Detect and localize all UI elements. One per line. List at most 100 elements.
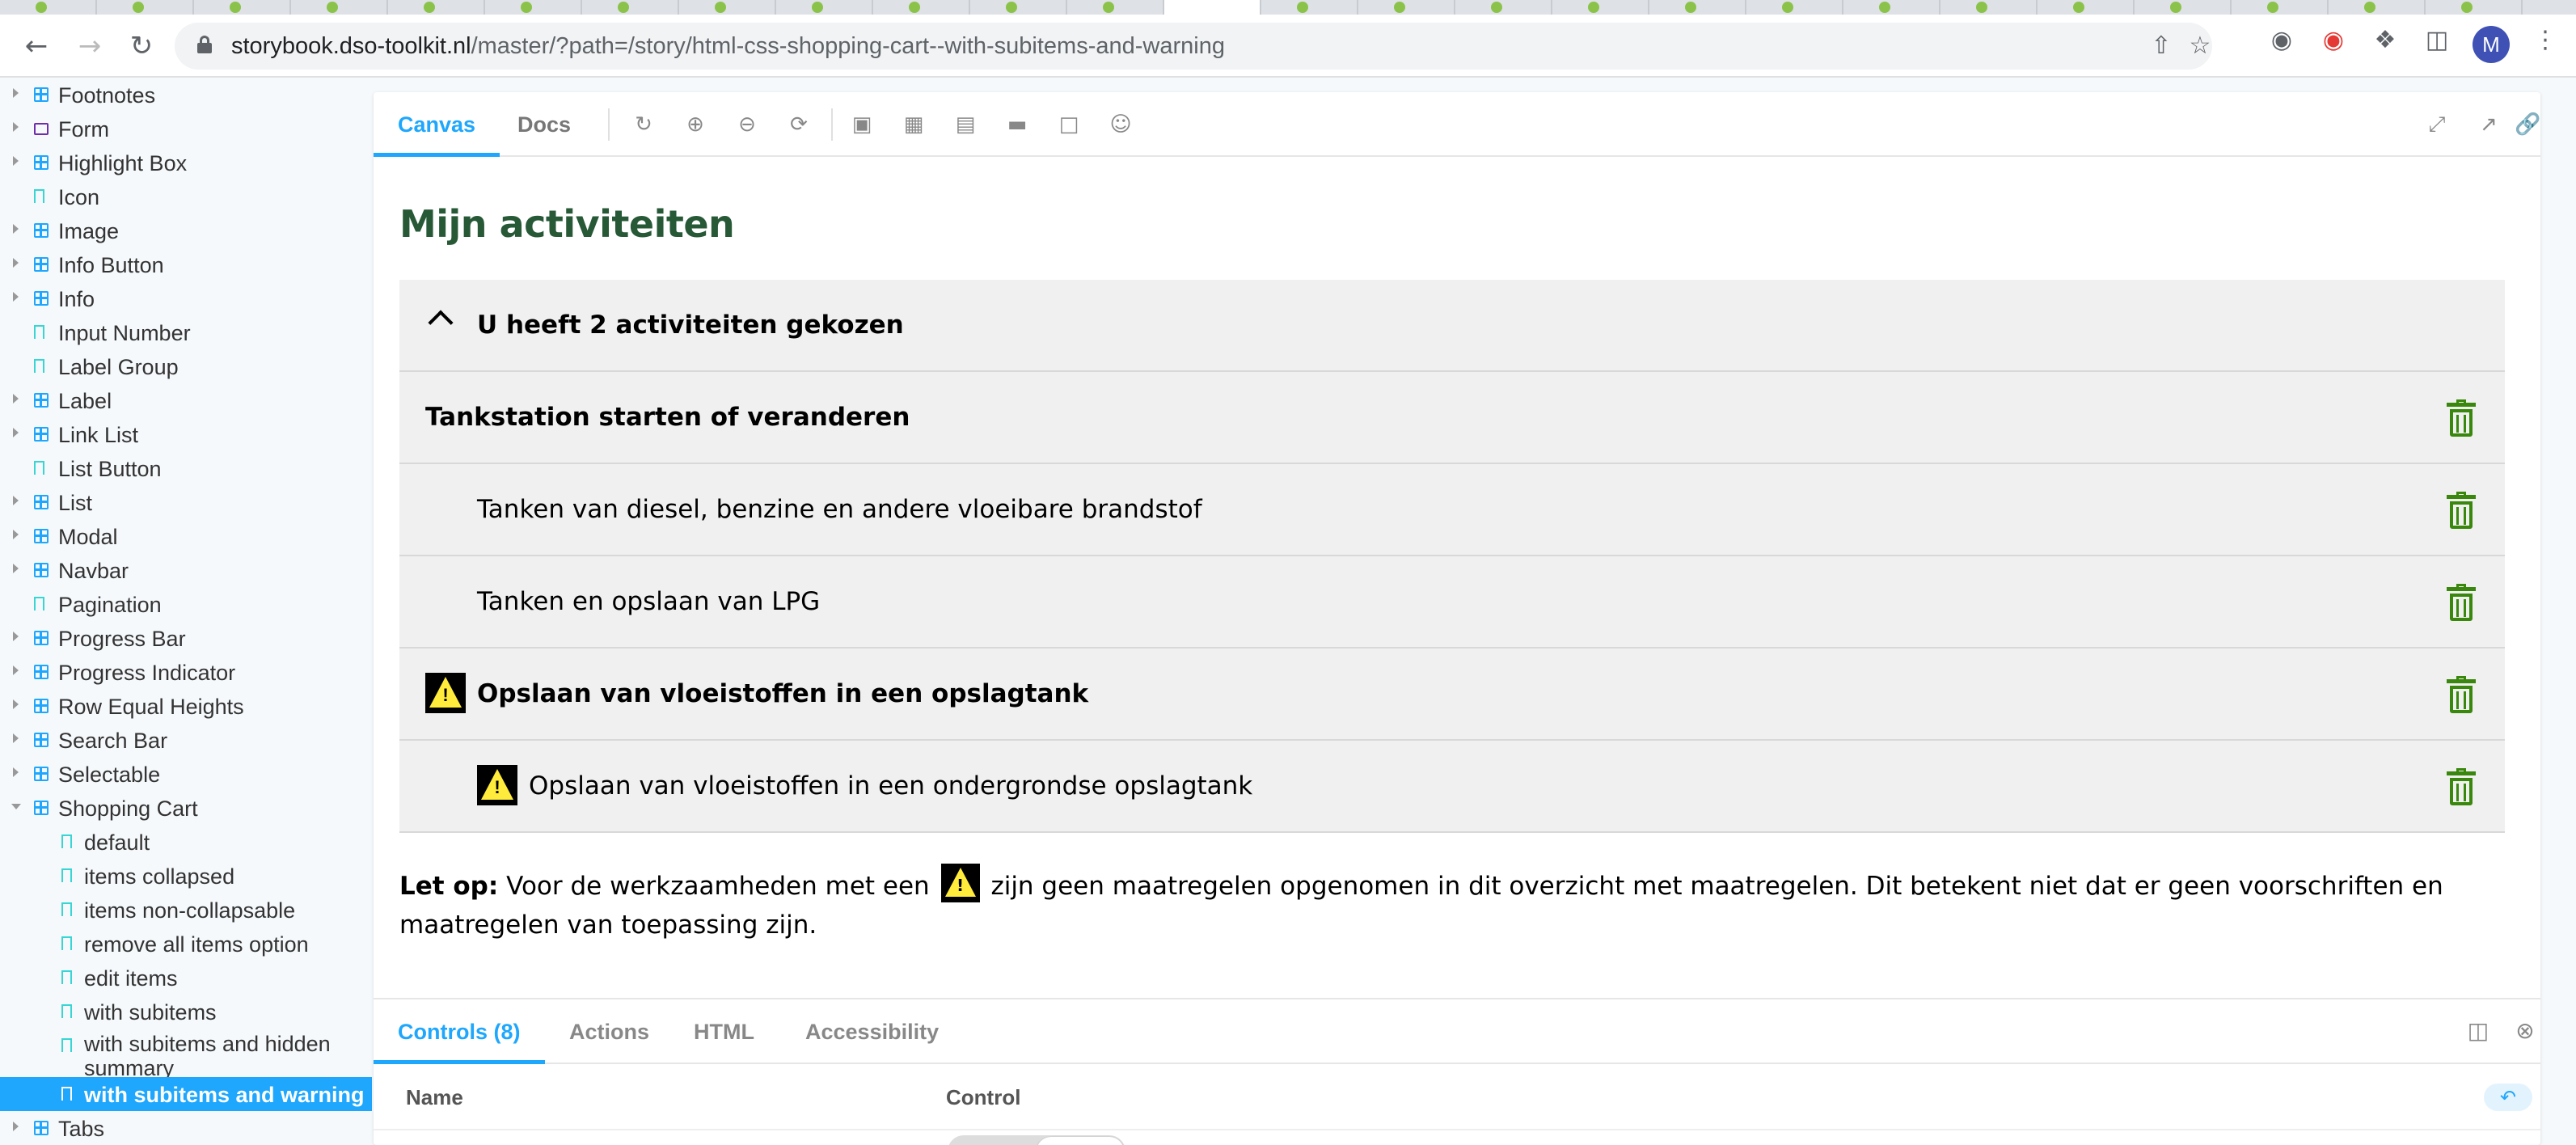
sidebar-story-with-subitems[interactable]: with subitems [0,995,372,1029]
sidebar-item-form[interactable]: Form [0,112,372,146]
browser-tab[interactable] [1940,0,2038,15]
browser-tab[interactable] [2232,0,2329,15]
browser-tab[interactable] [1067,0,1164,15]
sidebar-item-label-component[interactable]: Label [0,383,372,417]
browser-tab[interactable] [291,0,388,15]
browser-tab[interactable] [2038,0,2135,15]
trash-icon[interactable] [2447,768,2476,805]
sidebar-item-highlight-box[interactable]: Highlight Box [0,146,372,180]
remount-icon[interactable]: ↻ [631,112,657,137]
trash-icon[interactable] [2447,584,2476,621]
sidebar-item-pagination[interactable]: Pagination [0,587,372,621]
sidebar-story-with-subitems-and-warning[interactable]: with subitems and warning [0,1077,372,1111]
lock-icon[interactable] [197,36,212,53]
sidebar-item-row-equal-heights[interactable]: Row Equal Heights [0,689,372,723]
browser-tab[interactable] [1552,0,1649,15]
sidebar-item-footnotes[interactable]: Footnotes [0,78,372,112]
camera-icon[interactable]: ◉ [2267,26,2296,55]
trash-icon[interactable] [2447,399,2476,437]
zoom-in-icon[interactable]: ⊕ [682,112,708,137]
browser-tab[interactable] [1358,0,1455,15]
extensions-puzzle-icon[interactable]: ❖ [2371,26,2400,55]
browser-tab[interactable] [970,0,1067,15]
browser-tab[interactable] [1649,0,1746,15]
sidebar-item-list[interactable]: List [0,485,372,519]
sidebar-item-label-group[interactable]: Label Group [0,349,372,383]
trash-icon[interactable] [2447,676,2476,713]
bookmark-star-icon[interactable]: ☆ [2186,32,2214,60]
sidebar-item-progress-indicator[interactable]: Progress Indicator [0,655,372,689]
sidebar-item-progress-bar[interactable]: Progress Bar [0,621,372,655]
browser-tab[interactable] [582,0,679,15]
fullscreen-icon[interactable]: ⤢ [2424,112,2450,137]
sidebar-item-search-bar[interactable]: Search Bar [0,723,372,757]
sidebar-item-selectable[interactable]: Selectable [0,757,372,791]
reset-controls-button[interactable]: ↶ [2484,1084,2532,1111]
cart-summary-row[interactable]: U heeft 2 activiteiten gekozen [399,280,2505,372]
trash-icon[interactable] [2447,492,2476,529]
panel-orientation-icon[interactable]: ◫ [2464,1017,2492,1045]
browser-tab[interactable] [1746,0,1843,15]
sidebar-item-info-button[interactable]: Info Button [0,247,372,281]
browser-tab[interactable] [194,0,291,15]
zoom-out-icon[interactable]: ⊖ [734,112,760,137]
sidebar-story-default[interactable]: default [0,825,372,859]
sidebar-item-navbar[interactable]: Navbar [0,553,372,587]
open-new-tab-icon[interactable]: ↗ [2476,112,2502,137]
sidebar-item-link-list[interactable]: Link List [0,417,372,451]
browser-tab[interactable] [2426,0,2523,15]
sidebar-item-info[interactable]: Info [0,281,372,315]
tab-canvas[interactable]: Canvas [374,92,500,157]
url-text[interactable]: storybook.dso-toolkit.nl/master/?path=/s… [231,33,1225,60]
boolean-toggle[interactable] [948,1135,1125,1145]
browser-tab[interactable] [1843,0,1940,15]
browser-tab[interactable] [2135,0,2232,15]
browser-tab[interactable] [2329,0,2426,15]
more-menu-icon[interactable]: ⋮ [2531,26,2560,55]
grid-icon[interactable]: ▦ [901,112,927,137]
tab-controls[interactable]: Controls (8) [374,999,545,1064]
outline-icon[interactable]: □ [1056,112,1082,137]
back-arrow-icon[interactable]: ← [19,29,53,63]
profile-avatar[interactable]: M [2473,26,2510,63]
browser-tab[interactable] [485,0,582,15]
browser-tab[interactable] [97,0,194,15]
tab-accessibility[interactable]: Accessibility [781,999,963,1064]
tab-actions[interactable]: Actions [545,999,674,1064]
browser-tab[interactable] [388,0,485,15]
sidebar-story-items-collapsed[interactable]: items collapsed [0,859,372,893]
forward-arrow-icon[interactable]: → [73,29,107,63]
browser-tab[interactable] [0,0,97,15]
sidebar-story-remove-all-items-option[interactable]: remove all items option [0,927,372,961]
sidebar-item-modal[interactable]: Modal [0,519,372,553]
browser-tab[interactable] [679,0,776,15]
browser-tab[interactable] [776,0,873,15]
sidebar-item-shopping-cart[interactable]: Shopping Cart [0,791,372,825]
chevron-up-icon[interactable] [428,310,454,336]
browser-tab[interactable] [1455,0,1552,15]
side-panel-icon[interactable]: ◫ [2422,26,2451,55]
reload-icon[interactable]: ↻ [125,29,158,63]
sidebar-item-tabs[interactable]: Tabs [0,1111,372,1145]
address-bar[interactable]: storybook.dso-toolkit.nl/master/?path=/s… [175,23,2212,70]
tab-html[interactable]: HTML [669,999,779,1064]
color-picker-extension-icon[interactable]: ◉ [2319,26,2348,55]
close-panel-icon[interactable]: ⊗ [2511,1017,2539,1045]
share-icon[interactable]: ⇧ [2147,32,2175,60]
sidebar-item-image[interactable]: Image [0,213,372,247]
sidebar-story-edit-items[interactable]: edit items [0,961,372,995]
tab-docs[interactable]: Docs [493,92,595,157]
viewport-icon[interactable]: ▤ [952,112,978,137]
sidebar-story-items-non-collapsable[interactable]: items non-collapsable [0,893,372,927]
zoom-reset-icon[interactable]: ⟳ [786,112,812,137]
accessibility-icon[interactable]: ☺ [1108,112,1134,137]
sidebar-item-icon[interactable]: Icon [0,180,372,213]
copy-link-icon[interactable]: 🔗 [2515,112,2540,137]
measure-icon[interactable]: ▬ [1004,112,1030,137]
browser-tab[interactable] [1261,0,1358,15]
browser-tab[interactable] [873,0,970,15]
browser-tab-active[interactable] [1164,0,1261,15]
background-icon[interactable]: ▣ [849,112,875,137]
sidebar-item-input-number[interactable]: Input Number [0,315,372,349]
sidebar-item-list-button[interactable]: List Button [0,451,372,485]
